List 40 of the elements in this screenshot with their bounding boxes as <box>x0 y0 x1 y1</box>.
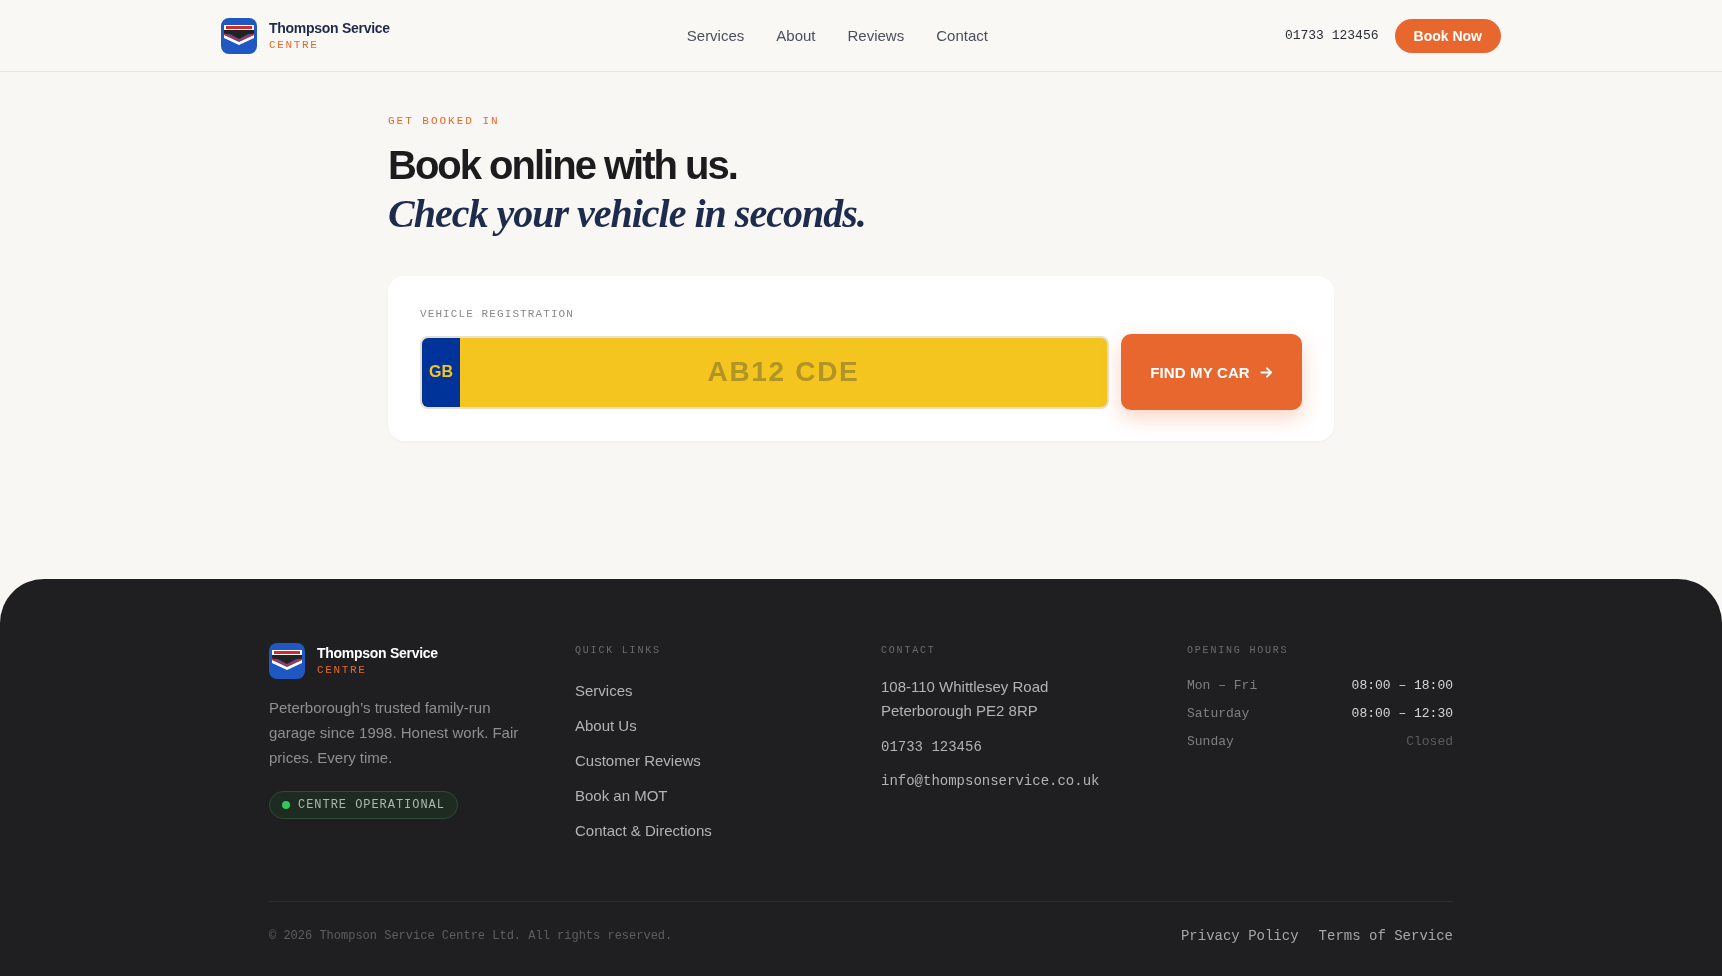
hero-subtitle: Check your vehicle in seconds. <box>388 190 866 238</box>
nav-link[interactable]: Services <box>686 27 745 44</box>
hours-value: 08:00 – 18:00 <box>1351 677 1453 695</box>
footer-link[interactable]: Book an MOT <box>575 785 668 806</box>
hours-value: Closed <box>1406 733 1453 751</box>
legal-link[interactable]: Privacy Policy <box>1180 928 1299 944</box>
hero-title: Book online with us. <box>388 142 737 189</box>
column-heading: OPENING HOURS <box>1187 644 1289 658</box>
logo-icon[interactable] <box>269 643 305 679</box>
arrow-right-icon <box>1259 365 1273 379</box>
day-label: Mon – Fri <box>1187 677 1258 695</box>
phone-link[interactable]: 01733 123456 <box>881 737 982 757</box>
legal-link[interactable]: Terms of Service <box>1318 928 1453 944</box>
footer-link[interactable]: Services <box>575 680 633 701</box>
brand-name: Thompson Service <box>269 19 390 37</box>
column-heading: QUICK LINKS <box>575 644 661 658</box>
copyright-text: © 2026 Thompson Service Centre Ltd. All rights reserved. <box>269 929 673 943</box>
column-heading: CONTACT <box>881 644 936 658</box>
brand-tagline: CENTRE <box>269 37 320 52</box>
nav-link[interactable]: Reviews <box>847 27 905 44</box>
nav-link[interactable]: Contact <box>936 27 988 44</box>
footer-link[interactable]: Contact & Directions <box>575 820 712 841</box>
status-label: CENTRE OPERATIONAL <box>298 798 445 812</box>
logo-icon[interactable] <box>221 17 257 54</box>
section-eyebrow: GET BOOKED IN <box>388 114 500 129</box>
company-description: Peterborough’s trusted family-run garage since 1998. Honest work. Fair prices. Every time. <box>269 698 520 768</box>
brand-tagline: CENTRE <box>317 663 368 677</box>
day-label: Sunday <box>1187 733 1234 751</box>
footer-link[interactable]: Customer Reviews <box>575 750 701 771</box>
brand-name: Thompson Service <box>317 645 438 662</box>
status-dot-icon <box>282 801 290 809</box>
address-line: 108-110 Whittlesey Road <box>881 677 1049 697</box>
hours-value: 08:00 – 12:30 <box>1351 705 1453 723</box>
address-line: Peterborough PE2 8RP <box>881 701 1039 721</box>
nav-link[interactable]: About <box>776 27 816 44</box>
field-label: VEHICLE REGISTRATION <box>420 307 576 322</box>
email-link[interactable]: info@thompsonservice.co.uk <box>881 771 1100 791</box>
day-label: Saturday <box>1187 705 1250 723</box>
footer-link[interactable]: About Us <box>575 715 637 736</box>
phone-link[interactable]: 01733 123456 <box>1284 28 1379 43</box>
